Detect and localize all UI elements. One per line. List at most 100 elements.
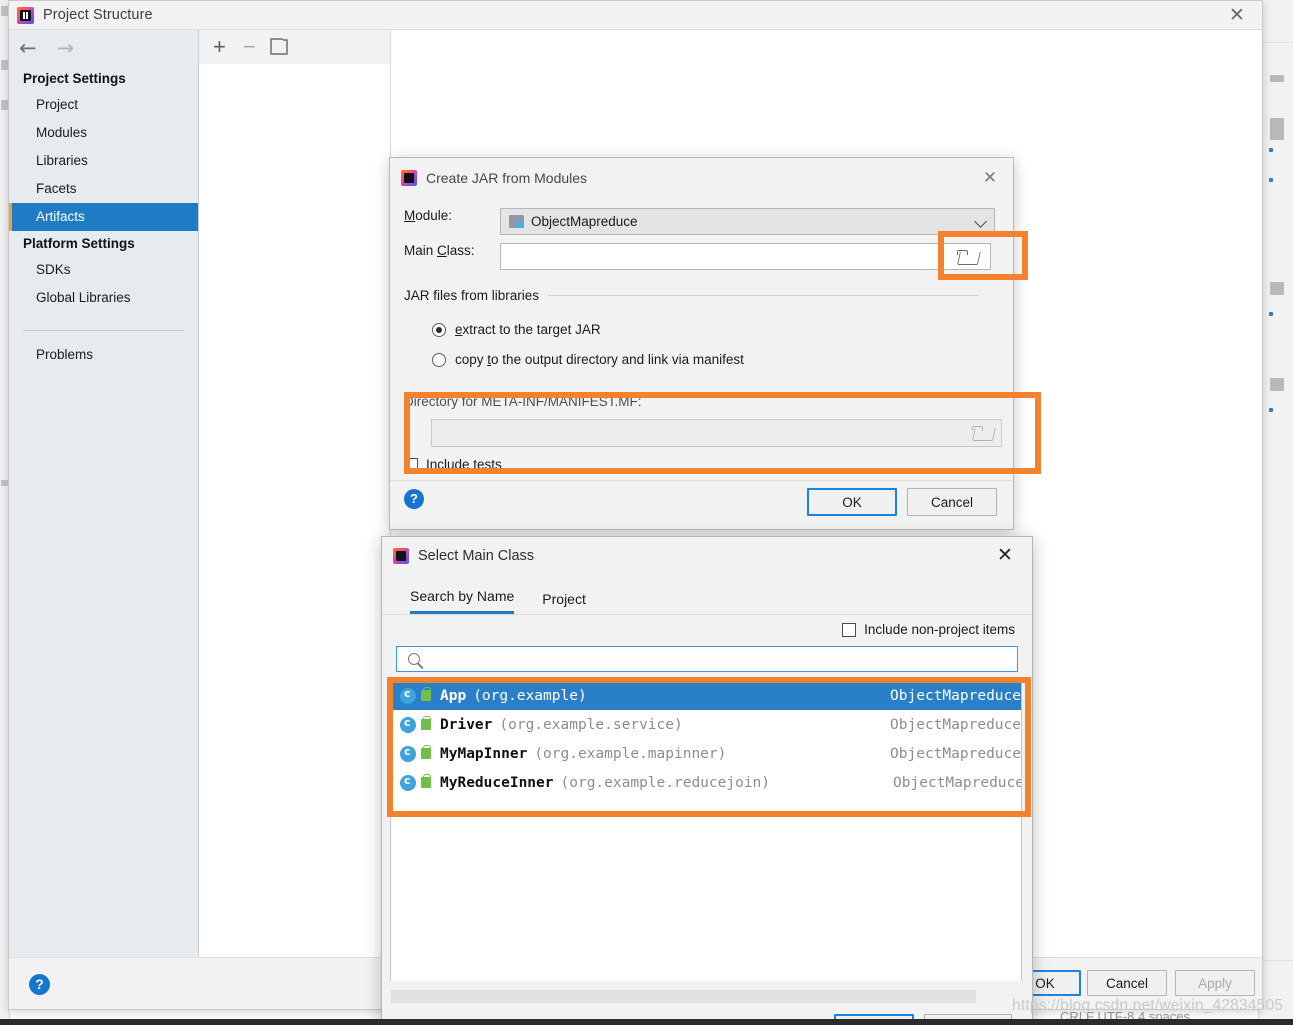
module-icon xyxy=(509,215,524,228)
browse-main-class-button[interactable] xyxy=(943,243,991,270)
class-module: ObjectMapreduce xyxy=(890,745,1021,762)
sidebar-item-global-libraries[interactable]: Global Libraries xyxy=(9,284,198,312)
module-label-text: odule: xyxy=(415,208,453,223)
close-icon[interactable]: ✕ xyxy=(1226,5,1248,27)
create-jar-title: Create JAR from Modules xyxy=(426,170,588,186)
sidebar-group-platform-settings: Platform Settings xyxy=(23,236,135,251)
sidebar-item-facets[interactable]: Facets xyxy=(9,175,198,203)
project-structure-titlebar: Project Structure ✕ xyxy=(9,1,1262,29)
forward-arrow-icon[interactable]: → xyxy=(57,37,75,59)
module-label: Module: xyxy=(404,208,453,223)
tab-project[interactable]: Project xyxy=(542,591,586,614)
manifest-directory-input[interactable] xyxy=(431,419,1002,447)
intellij-logo-icon xyxy=(393,548,409,564)
java-class-icon xyxy=(400,745,416,762)
close-icon[interactable]: ✕ xyxy=(979,167,1001,189)
sidebar-nav: ← → xyxy=(9,30,198,66)
radio-copy-label: copy to the output directory and link vi… xyxy=(455,352,744,367)
main-class-row: Main Class: xyxy=(404,243,475,258)
radio-copy-to-output-directory[interactable]: copy to the output directory and link vi… xyxy=(432,352,744,367)
ide-right-glyph-stack-icon xyxy=(1270,118,1284,140)
ide-right-dot-2 xyxy=(1269,178,1273,182)
list-item[interactable]: MyReduceInner (org.example.reducejoin) O… xyxy=(391,768,1021,797)
sidebar-divider xyxy=(23,330,184,331)
search-icon xyxy=(408,653,420,665)
class-name: App xyxy=(440,687,467,704)
include-tests-label: Include tests xyxy=(426,457,502,472)
module-row: Module: xyxy=(404,208,452,223)
class-name: MyReduceInner xyxy=(440,774,554,791)
class-results-list[interactable]: App (org.example) ObjectMapreduce Driver… xyxy=(390,681,1022,981)
include-tests-checkbox[interactable]: Include tests xyxy=(404,457,502,472)
list-item[interactable]: MyMapInner (org.example.mapinner) Object… xyxy=(391,739,1021,768)
close-icon[interactable]: ✕ xyxy=(994,545,1016,567)
list-item[interactable]: App (org.example) ObjectMapreduce xyxy=(391,681,1021,710)
page-title: Project Structure xyxy=(43,7,153,23)
public-visibility-icon xyxy=(421,774,431,788)
include-non-project-items-checkbox[interactable]: Include non-project items xyxy=(842,622,1015,637)
manifest-directory-label: Directory for META-INF/MANIFEST.MF: xyxy=(404,394,642,409)
sidebar-item-modules[interactable]: Modules xyxy=(9,119,198,147)
checkbox-indicator xyxy=(842,622,857,637)
class-module: ObjectMapreduce xyxy=(893,774,1022,791)
folder-icon xyxy=(957,249,977,264)
sidebar: ← → Project Settings Project Modules Lib… xyxy=(9,30,199,959)
radio-indicator xyxy=(432,322,446,337)
jar-libraries-group-label: JAR files from libraries xyxy=(404,288,540,303)
radio-extract-to-target-jar[interactable]: extract to the target JAR xyxy=(432,322,601,337)
main-class-input[interactable] xyxy=(500,243,943,270)
sidebar-group-project-settings: Project Settings xyxy=(23,71,126,86)
sidebar-item-artifacts[interactable]: Artifacts xyxy=(9,203,198,231)
jar-libraries-group: JAR files from libraries xyxy=(404,288,999,303)
intellij-logo-icon xyxy=(401,170,417,186)
back-arrow-icon[interactable]: ← xyxy=(19,37,37,59)
intellij-logo-icon xyxy=(17,6,34,24)
radio-indicator xyxy=(432,352,446,367)
sidebar-item-libraries[interactable]: Libraries xyxy=(9,147,198,175)
select-main-class-title: Select Main Class xyxy=(418,548,535,564)
ide-right-dot-1 xyxy=(1269,148,1273,152)
results-horizontal-scrollbar[interactable] xyxy=(391,990,976,1003)
ide-right-glyph-1 xyxy=(1270,75,1284,82)
class-name: Driver xyxy=(440,716,493,733)
class-package: (org.example.mapinner) xyxy=(534,745,727,762)
ide-right-glyph-2 xyxy=(1270,282,1284,295)
add-icon[interactable]: + xyxy=(213,36,226,58)
sidebar-item-problems[interactable]: Problems xyxy=(9,341,198,369)
sidebar-item-sdks[interactable]: SDKs xyxy=(9,256,198,284)
java-class-icon xyxy=(400,774,416,791)
module-select[interactable]: ObjectMapreduce xyxy=(500,208,995,235)
java-class-icon xyxy=(400,687,416,704)
search-input[interactable] xyxy=(396,646,1018,672)
module-selected-value: ObjectMapreduce xyxy=(531,214,638,229)
tab-search-by-name[interactable]: Search by Name xyxy=(410,588,515,614)
list-item[interactable]: Driver (org.example.service) ObjectMapre… xyxy=(391,710,1021,739)
apply-button: Apply xyxy=(1175,970,1255,996)
cancel-button[interactable]: Cancel xyxy=(1087,970,1167,996)
group-divider xyxy=(548,295,979,296)
class-name: MyMapInner xyxy=(440,745,528,762)
ide-right-toolwindow-strip xyxy=(1258,0,1293,1025)
include-non-project-items-label: Include non-project items xyxy=(864,622,1015,637)
folder-icon[interactable] xyxy=(972,426,992,440)
cancel-button[interactable]: Cancel xyxy=(907,488,997,516)
checkbox-indicator xyxy=(404,457,418,472)
public-visibility-icon xyxy=(421,716,431,730)
ide-right-glyph-3 xyxy=(1270,378,1284,391)
sidebar-item-project[interactable]: Project xyxy=(9,91,198,119)
artifacts-list-pane[interactable] xyxy=(199,64,391,959)
ok-button[interactable]: OK xyxy=(807,488,897,516)
radio-extract-label-text: xtract to the target JAR xyxy=(462,322,601,337)
ide-right-divider-2 xyxy=(1258,960,1293,961)
public-visibility-icon xyxy=(421,745,431,759)
help-icon[interactable]: ? xyxy=(29,974,50,995)
main-class-label: Main Class: xyxy=(404,243,475,258)
artifacts-toolbar: + − xyxy=(199,30,391,64)
dialog-footer-divider xyxy=(390,480,1013,481)
remove-icon[interactable]: − xyxy=(243,36,256,58)
help-icon[interactable]: ? xyxy=(404,489,424,509)
copy-icon[interactable] xyxy=(269,38,288,55)
create-jar-dialog: Create JAR from Modules ✕ Module: Object… xyxy=(389,157,1014,530)
class-module: ObjectMapreduce xyxy=(890,716,1021,733)
public-visibility-icon xyxy=(421,687,431,701)
